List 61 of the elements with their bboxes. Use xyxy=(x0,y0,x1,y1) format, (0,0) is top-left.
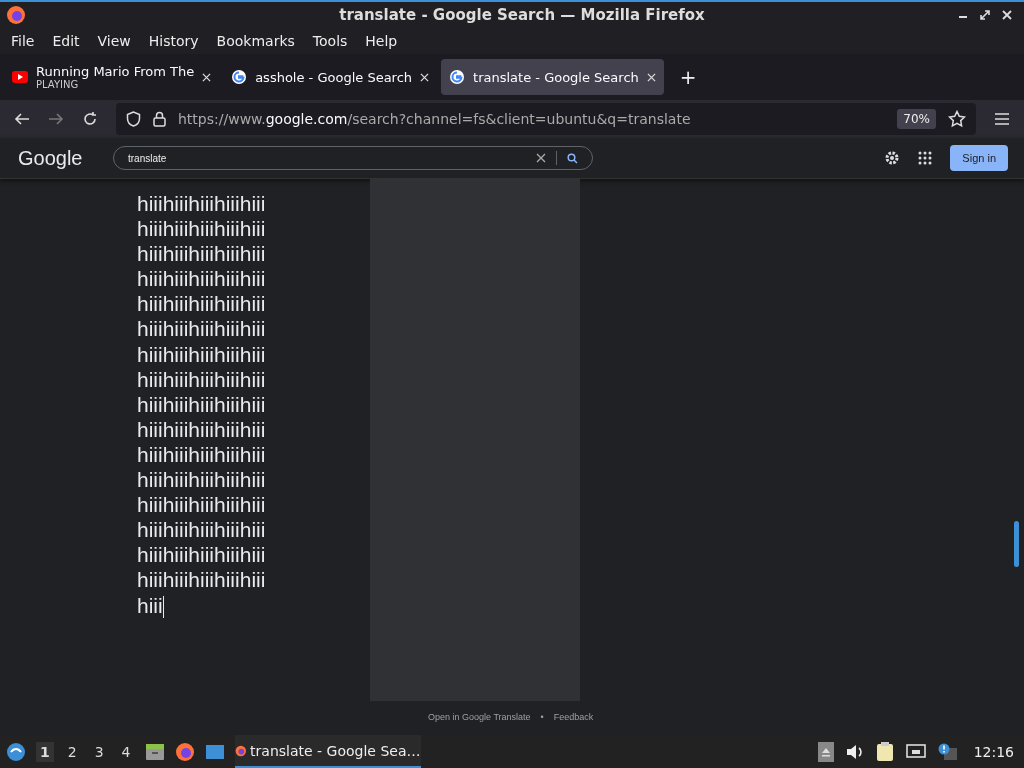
browser-tab[interactable]: Running Mario From The PLAYING xyxy=(4,59,220,95)
separator-dot: • xyxy=(540,712,544,722)
search-icon[interactable] xyxy=(567,152,578,164)
feedback-link[interactable]: Feedback xyxy=(553,712,594,722)
tab-title: translate - Google Search xyxy=(473,69,639,85)
eject-icon[interactable] xyxy=(817,741,834,762)
source-text-field[interactable]: hiiihiiihiiihiiihiii hiiihiiihiiihiiihiii hiiihiiihiiihiiihiii hiiihiiihiiihiiihiii hiiihiiihiiihiiihiii hiiihiiihiiihiiihiii hiiihiiihiiihiiihiii hiiihiiihiiihiiihiii hiiihiiihiiihiiihiii hiiihiiihiiihiiihiii hiiihiiihiiihiiihiii hiiihiiihiiihiiihiii hiiihiiihiiihiiihiii hiiihiiihiiihiiihiii hiiihiiihiiihiiihiii hiiihiiihiiihiiihiii hiii xyxy=(0,179,370,701)
google-icon xyxy=(449,69,466,85)
scrollbar-thumb[interactable] xyxy=(1014,521,1019,567)
clock[interactable]: 12:16 xyxy=(969,743,1018,760)
reload-icon[interactable] xyxy=(82,111,98,127)
sign-in-button[interactable]: Sign in xyxy=(950,145,1008,171)
open-in-translate-link[interactable]: Open in Google Translate xyxy=(428,712,531,722)
browser-tab[interactable]: translate - Google Search xyxy=(441,59,664,95)
menu-icon[interactable] xyxy=(994,112,1010,126)
restore-icon[interactable] xyxy=(980,10,990,20)
file-manager-icon[interactable] xyxy=(144,742,165,761)
workspace-button[interactable]: 2 xyxy=(63,741,81,762)
workspace-button[interactable]: 1 xyxy=(36,741,54,762)
menu-item[interactable]: File xyxy=(2,33,44,49)
browser-tab[interactable]: asshole - Google Search xyxy=(223,59,438,95)
taskbar-task[interactable]: translate - Google Sea… xyxy=(234,735,421,768)
volume-icon[interactable] xyxy=(845,743,864,760)
url-text: https://www.google.com/search?channel=fs&client=ubuntu&q=translate xyxy=(178,111,692,127)
window-title: translate - Google Search — Mozilla Firefox xyxy=(338,6,706,24)
menu-item[interactable]: View xyxy=(88,33,140,49)
tab-subtitle: PLAYING xyxy=(36,79,80,90)
network-icon[interactable] xyxy=(905,743,926,760)
menu-item[interactable]: Help xyxy=(356,33,407,49)
window-icon[interactable] xyxy=(204,743,225,760)
google-logo[interactable]: Google xyxy=(18,146,113,170)
new-tab-button[interactable]: + xyxy=(667,65,709,89)
settings-icon[interactable] xyxy=(884,150,901,166)
video-icon xyxy=(12,71,28,83)
start-menu-icon[interactable] xyxy=(6,741,26,762)
zoom-badge[interactable]: 70% xyxy=(897,109,936,129)
firefox-icon xyxy=(6,5,26,25)
menu-item[interactable]: Edit xyxy=(43,33,89,49)
close-icon[interactable] xyxy=(646,72,656,82)
star-icon[interactable] xyxy=(948,110,966,128)
clipboard-icon[interactable] xyxy=(875,741,894,762)
menu-item[interactable]: History xyxy=(139,33,208,49)
address-bar[interactable]: https://www.google.com/search?channel=fs&client=ubuntu&q=translate 70% xyxy=(116,103,976,135)
apps-icon[interactable] xyxy=(918,151,933,165)
clear-icon[interactable] xyxy=(536,153,546,163)
workspace-button[interactable]: 4 xyxy=(117,741,135,762)
firefox-icon[interactable] xyxy=(174,741,195,762)
lock-icon xyxy=(153,111,166,127)
menu-item[interactable]: Bookmarks xyxy=(207,33,304,49)
back-icon[interactable] xyxy=(14,111,30,127)
tab-title: asshole - Google Search xyxy=(255,69,413,85)
close-icon[interactable] xyxy=(420,72,430,82)
shield-icon xyxy=(126,111,141,127)
close-icon[interactable] xyxy=(202,72,212,82)
tab-title: Running Mario From The xyxy=(36,64,195,79)
google-icon xyxy=(231,69,248,85)
close-icon[interactable] xyxy=(1002,10,1012,20)
workspace-button[interactable]: 3 xyxy=(90,741,108,762)
forward-icon[interactable] xyxy=(48,111,64,127)
menu-item[interactable]: Tools xyxy=(303,33,357,49)
update-notice-icon[interactable] xyxy=(937,742,958,761)
